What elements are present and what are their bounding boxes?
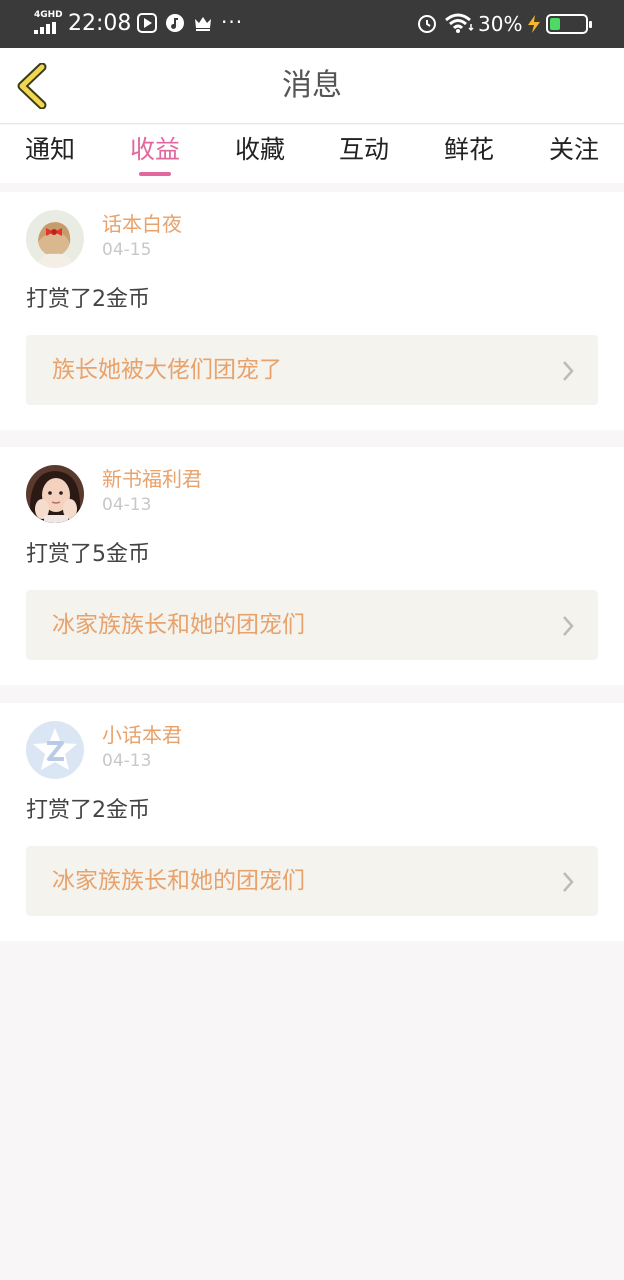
tab-earnings[interactable]: 收益 — [103, 135, 207, 176]
avatar[interactable] — [26, 721, 84, 779]
avatar-girl-bow-image — [26, 210, 84, 268]
tab-label: 互动 — [338, 135, 389, 164]
play-icon — [137, 13, 157, 33]
clock: 22:08 — [68, 11, 132, 36]
avatar-girl-hands-image — [26, 465, 84, 523]
status-bar: 4GHD 22:08 ··· 30% — [0, 0, 624, 48]
avatar[interactable] — [26, 210, 84, 268]
reward-text: 打赏了5金币 — [26, 542, 150, 567]
more-notifications: ··· — [221, 10, 244, 34]
network-type: 4GHD — [34, 10, 63, 20]
signal-icon — [34, 22, 56, 34]
page-title: 消息 — [282, 68, 342, 103]
message-date: 04-13 — [102, 495, 152, 515]
tab-favorites[interactable]: 收藏 — [208, 135, 312, 165]
message-card: 话本白夜 04-15 打赏了2金币 族长她被大佬们团宠了 — [0, 192, 624, 430]
book-link[interactable]: 冰家族族长和她的团宠们 — [26, 590, 598, 660]
chevron-right-icon — [563, 616, 574, 636]
crown-icon — [195, 17, 211, 31]
tab-bar: 通知 收益 收藏 互动 鲜花 关注 — [0, 125, 624, 183]
tab-label: 收藏 — [234, 135, 285, 164]
tab-notifications[interactable]: 通知 — [0, 135, 102, 165]
message-card: 新书福利君 04-13 打赏了5金币 冰家族族长和她的团宠们 — [0, 447, 624, 685]
book-title: 族长她被大佬们团宠了 — [52, 357, 282, 383]
battery-level — [550, 18, 560, 30]
user-name[interactable]: 小话本君 — [102, 723, 182, 747]
message-date: 04-13 — [102, 751, 152, 771]
default-avatar-icon — [26, 721, 84, 779]
tab-flowers[interactable]: 鲜花 — [417, 135, 521, 165]
book-title: 冰家族族长和她的团宠们 — [52, 868, 305, 894]
tab-label: 通知 — [24, 135, 75, 164]
music-icon — [166, 14, 184, 32]
wifi-icon — [445, 13, 474, 33]
chevron-right-icon — [563, 872, 574, 892]
tab-label: 收益 — [129, 135, 180, 164]
avatar[interactable] — [26, 465, 84, 523]
chevron-right-icon — [563, 361, 574, 381]
reward-text: 打赏了2金币 — [26, 287, 150, 312]
alarm-icon — [418, 15, 436, 33]
tab-label: 关注 — [548, 135, 599, 164]
book-link[interactable]: 族长她被大佬们团宠了 — [26, 335, 598, 405]
active-tab-indicator — [139, 172, 171, 176]
tab-label: 鲜花 — [443, 135, 494, 164]
book-link[interactable]: 冰家族族长和她的团宠们 — [26, 846, 598, 916]
reward-text: 打赏了2金币 — [26, 798, 150, 823]
user-name[interactable]: 话本白夜 — [102, 212, 182, 236]
nav-header: 消息 — [0, 48, 624, 124]
tab-following[interactable]: 关注 — [522, 135, 624, 165]
user-name[interactable]: 新书福利君 — [102, 467, 202, 491]
tab-interactions[interactable]: 互动 — [312, 135, 416, 165]
battery-percent: 30% — [478, 12, 523, 36]
book-title: 冰家族族长和她的团宠们 — [52, 612, 305, 638]
message-card: 小话本君 04-13 打赏了2金币 冰家族族长和她的团宠们 — [0, 703, 624, 941]
message-date: 04-15 — [102, 240, 152, 260]
charging-icon — [528, 15, 540, 33]
battery-icon — [546, 14, 592, 34]
